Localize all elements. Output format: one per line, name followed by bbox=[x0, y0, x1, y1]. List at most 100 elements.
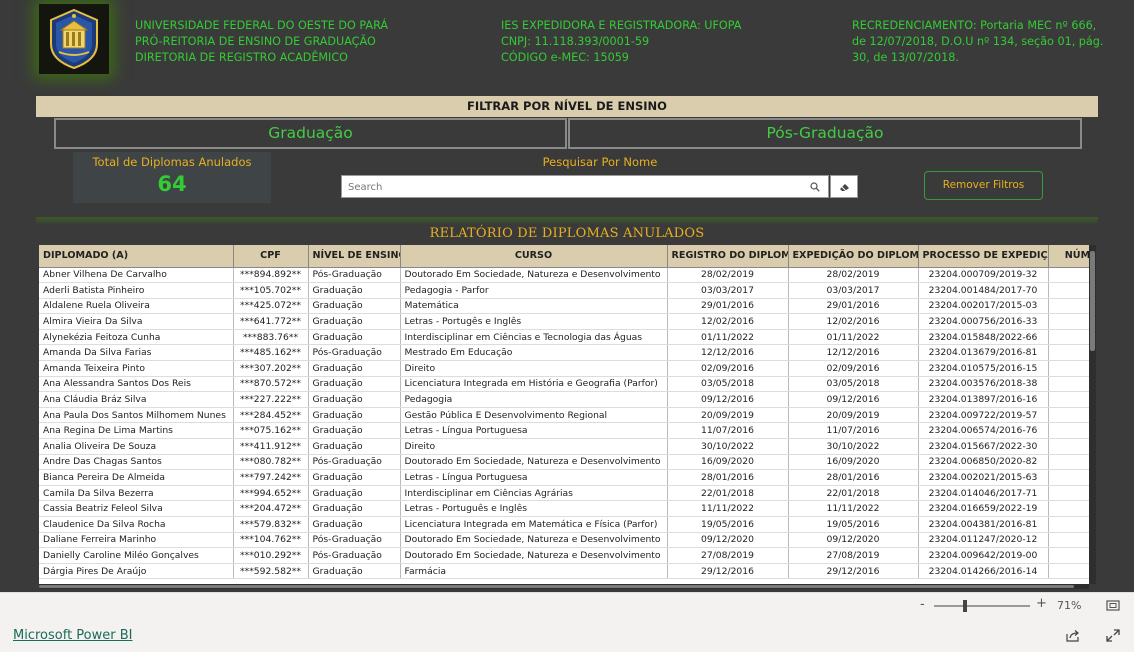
table-row[interactable]: Almira Vieira Da Silva ***641.772** Gradua… bbox=[39, 313, 1095, 330]
accreditation-line-2: de 12/07/2018, D.O.U nº 134, seção 01, p… bbox=[852, 35, 1104, 48]
cell-curso: Letras - Língua Portuguesa bbox=[400, 422, 668, 440]
fit-to-page-icon[interactable] bbox=[1106, 600, 1120, 611]
cell-expedicao: 09/12/2020 bbox=[788, 532, 919, 549]
table-row[interactable]: Claudenice Da Silva Rocha ***579.832** Gra… bbox=[39, 516, 1095, 533]
table-row[interactable]: Ana Cláudia Bráz Silva ***227.222** Gradua… bbox=[39, 391, 1095, 408]
zoom-slider[interactable] bbox=[934, 600, 1030, 612]
cell-processo: 23204.015667/2022-30 bbox=[918, 438, 1049, 455]
cell-cpf: ***307.202** bbox=[233, 360, 309, 377]
annulled-diplomas-table[interactable]: DIPLOMADO (A) CPF NÍVEL DE ENSINO CURSO … bbox=[39, 245, 1096, 584]
remove-filters-button[interactable]: Remover Filtros bbox=[924, 171, 1043, 200]
cell-curso: Pedagogia - Parfor bbox=[400, 282, 668, 299]
cell-nivel: Pós-Graduação bbox=[308, 344, 401, 362]
cell-processo: 23204.015848/2022-66 bbox=[918, 329, 1049, 346]
cell-diplomado: Andre Das Chagas Santos bbox=[39, 454, 234, 471]
cell-diplomado: Aderli Batista Pinheiro bbox=[39, 282, 234, 299]
powerbi-link[interactable]: Microsoft Power BI bbox=[13, 628, 132, 643]
table-row[interactable]: Bianca Pereira De Almeida ***797.242** Gra… bbox=[39, 469, 1095, 486]
cell-nivel: Graduação bbox=[308, 516, 401, 533]
table-row[interactable]: Aderli Batista Pinheiro ***105.702** Gradu… bbox=[39, 282, 1095, 299]
cell-curso: Mestrado Em Educação bbox=[400, 344, 668, 362]
powerbi-footer: Microsoft Power BI bbox=[0, 619, 1134, 652]
cell-nivel: Graduação bbox=[308, 438, 401, 455]
cell-registro: 27/08/2019 bbox=[667, 547, 789, 564]
table-row[interactable]: Cassia Beatriz Feleol Silva ***204.472** G… bbox=[39, 500, 1095, 517]
col-header-cpf[interactable]: CPF bbox=[233, 245, 309, 268]
cell-curso: Letras - Portugês e Inglês bbox=[400, 313, 668, 330]
cell-diplomado: Aldalene Ruela Oliveira bbox=[39, 298, 234, 315]
cell-nivel: Graduação bbox=[308, 298, 401, 315]
clear-search-button[interactable] bbox=[830, 175, 858, 198]
cell-expedicao: 03/05/2018 bbox=[788, 376, 919, 393]
cell-cpf: ***894.892** bbox=[233, 267, 309, 284]
search-box[interactable] bbox=[341, 175, 829, 198]
cell-nivel: Pós-Graduação bbox=[308, 547, 401, 564]
cell-curso: Doutorado Em Sociedade, Natureza e Desen… bbox=[400, 267, 668, 284]
cell-nivel: Graduação bbox=[308, 391, 401, 408]
cell-registro: 01/11/2022 bbox=[667, 329, 789, 346]
table-vertical-scrollbar[interactable] bbox=[1089, 245, 1096, 584]
cell-cpf: ***075.162** bbox=[233, 422, 309, 440]
zoom-out-button[interactable]: - bbox=[920, 597, 925, 612]
cell-diplomado: Alynekézia Feitoza Cunha bbox=[39, 329, 234, 346]
report-canvas: UNIVERSIDADE FEDERAL DO OESTE DO PARÁ PR… bbox=[0, 0, 1134, 592]
table-row[interactable]: Amanda Teixeira Pinto ***307.202** Graduaç… bbox=[39, 360, 1095, 377]
cell-cpf: ***994.652** bbox=[233, 485, 309, 502]
col-header-curso[interactable]: CURSO bbox=[400, 245, 668, 268]
col-header-processo[interactable]: PROCESSO DE EXPEDIÇÃO bbox=[918, 245, 1049, 268]
cell-processo: 23204.004381/2016-81 bbox=[918, 516, 1049, 533]
cell-registro: 20/09/2019 bbox=[667, 407, 789, 424]
table-row[interactable]: Abner Vilhena De Carvalho ***894.892** Pós… bbox=[39, 267, 1095, 284]
cell-processo: 23204.001484/2017-70 bbox=[918, 282, 1049, 299]
search-input[interactable] bbox=[348, 178, 803, 196]
cell-processo: 23204.009642/2019-00 bbox=[918, 547, 1049, 564]
expand-icon[interactable] bbox=[1106, 629, 1120, 642]
university-name: UNIVERSIDADE FEDERAL DO OESTE DO PARÁ bbox=[135, 19, 389, 32]
cell-registro: 12/12/2016 bbox=[667, 344, 789, 362]
cell-registro: 28/01/2016 bbox=[667, 469, 789, 486]
zoom-in-button[interactable]: + bbox=[1036, 596, 1047, 611]
table-horizontal-scrollbar[interactable] bbox=[39, 584, 1089, 589]
horizontal-scroll-thumb[interactable] bbox=[39, 585, 1074, 588]
cell-expedicao: 11/07/2016 bbox=[788, 422, 919, 440]
table-row[interactable]: Ana Alessandra Santos Dos Reis ***870.572… bbox=[39, 376, 1095, 393]
col-header-registro[interactable]: REGISTRO DO DIPLOMA bbox=[667, 245, 789, 268]
table-row[interactable]: Ana Regina De Lima Martins ***075.162** Gr… bbox=[39, 422, 1095, 440]
table-row[interactable]: Ana Paula Dos Santos Milhomem Nunes ***28… bbox=[39, 407, 1095, 424]
table-row[interactable]: Alynekézia Feitoza Cunha ***883.76** Gradu… bbox=[39, 329, 1095, 346]
cell-registro: 03/03/2017 bbox=[667, 282, 789, 299]
table-row[interactable]: Camila Da Silva Bezerra ***994.652** Gradu… bbox=[39, 485, 1095, 502]
cell-nivel: Pós-Graduação bbox=[308, 454, 401, 471]
col-header-nivel[interactable]: NÍVEL DE ENSINO bbox=[308, 245, 401, 268]
col-header-expedicao[interactable]: EXPEDIÇÃO DO DIPLOMA bbox=[788, 245, 919, 268]
cell-processo: 23204.014266/2016-14 bbox=[918, 563, 1049, 580]
search-label: Pesquisar Por Nome bbox=[542, 155, 658, 169]
cell-expedicao: 12/12/2016 bbox=[788, 344, 919, 362]
cell-processo: 23204.002017/2015-03 bbox=[918, 298, 1049, 315]
vertical-scroll-thumb[interactable] bbox=[1090, 251, 1095, 351]
cell-registro: 09/12/2016 bbox=[667, 391, 789, 408]
cell-expedicao: 20/09/2019 bbox=[788, 407, 919, 424]
cell-nivel: Graduação bbox=[308, 282, 401, 299]
col-header-diplomado[interactable]: DIPLOMADO (A) bbox=[39, 245, 234, 268]
cell-registro: 28/02/2019 bbox=[667, 267, 789, 284]
cell-processo: 23204.016659/2022-19 bbox=[918, 500, 1049, 517]
filter-graduacao-button[interactable]: Graduação bbox=[54, 118, 567, 149]
cell-processo: 23204.014046/2017-71 bbox=[918, 485, 1049, 502]
filter-pos-graduacao-button[interactable]: Pós-Graduação bbox=[568, 118, 1082, 149]
cell-curso: Matemática bbox=[400, 298, 668, 315]
table-row[interactable]: Amanda Da Silva Farias ***485.162** Pós-Gr… bbox=[39, 344, 1095, 362]
cell-diplomado: Amanda Da Silva Farias bbox=[39, 344, 234, 362]
table-row[interactable]: Aldalene Ruela Oliveira ***425.072** Gradu… bbox=[39, 298, 1095, 315]
cell-diplomado: Almira Vieira Da Silva bbox=[39, 313, 234, 330]
zoom-slider-thumb[interactable] bbox=[963, 600, 967, 612]
search-icon[interactable] bbox=[810, 182, 820, 192]
cell-curso: Licenciatura Integrada em Matemática e F… bbox=[400, 516, 668, 533]
cell-curso: Pedagogia bbox=[400, 391, 668, 408]
table-row[interactable]: Daliane Ferreira Marinho ***104.762** Pós-… bbox=[39, 532, 1095, 549]
table-row[interactable]: Dárgia Pires De Araújo ***592.582** Gradua… bbox=[39, 563, 1095, 580]
table-row[interactable]: Danielly Caroline Miléo Gonçalves ***010.… bbox=[39, 547, 1095, 564]
share-icon[interactable] bbox=[1066, 629, 1080, 642]
table-row[interactable]: Analia Oliveira De Souza ***411.912** Grad… bbox=[39, 438, 1095, 455]
table-row[interactable]: Andre Das Chagas Santos ***080.782** Pós-G… bbox=[39, 454, 1095, 471]
